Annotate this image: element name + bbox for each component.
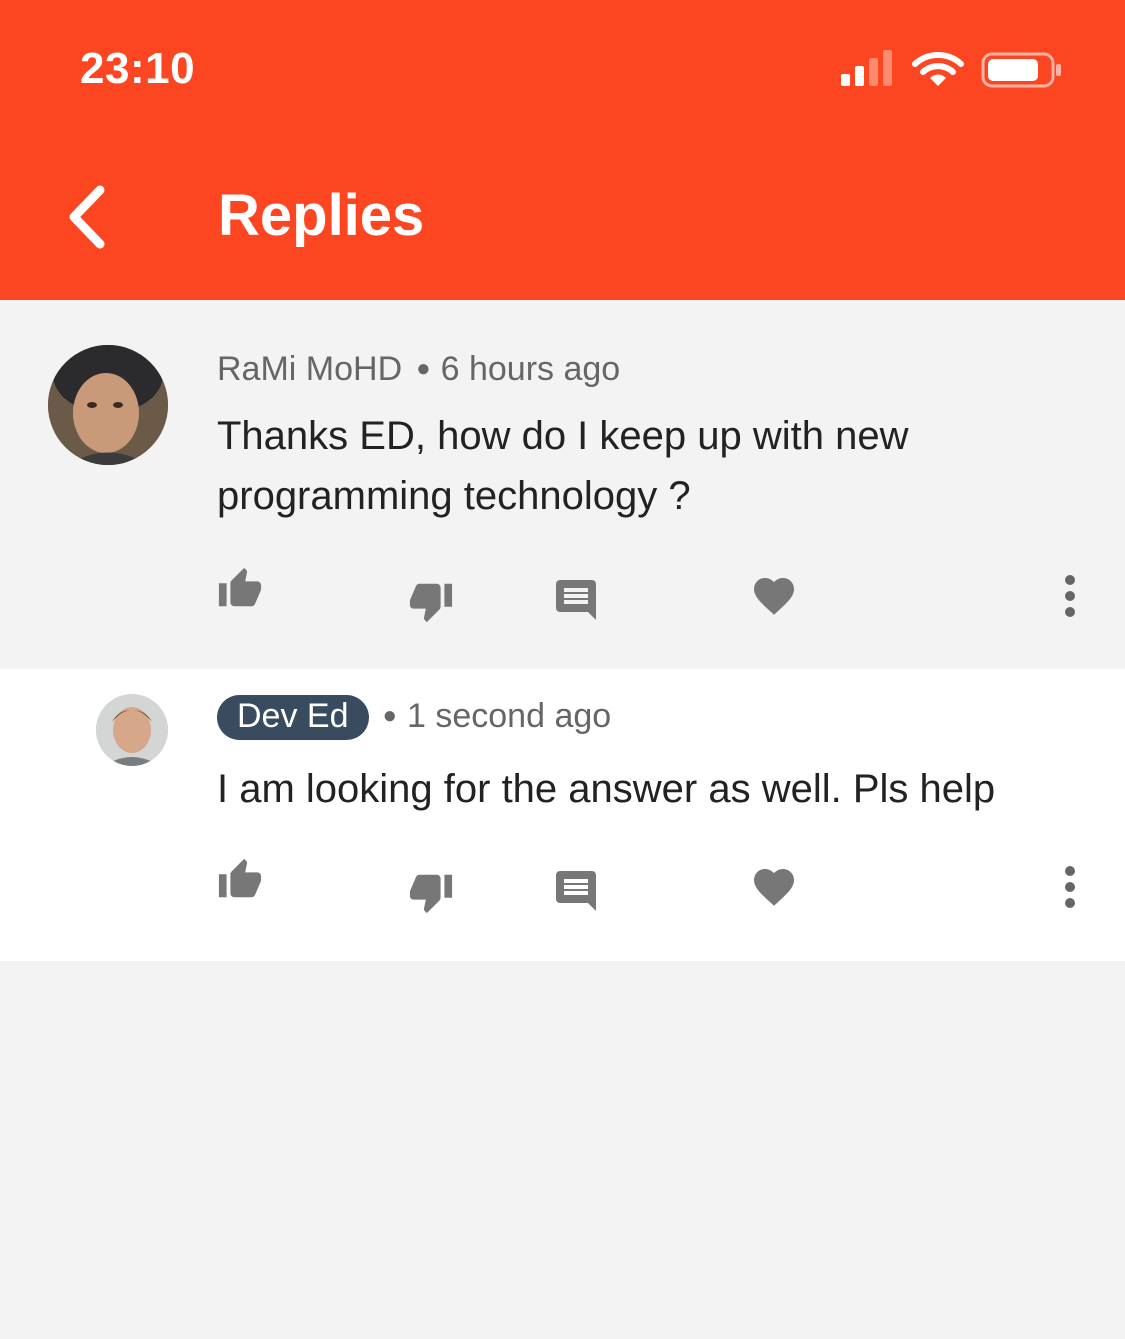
like-button[interactable] (217, 566, 263, 617)
more-vertical-icon (1065, 866, 1075, 908)
comment-text: I am looking for the answer as well. Pls… (217, 767, 996, 811)
comment-meta: Dev Ed ● 1 second ago (217, 695, 611, 740)
timestamp: 6 hours ago (440, 350, 621, 388)
comment-actions (0, 566, 1125, 626)
avatar[interactable] (48, 345, 168, 465)
empty-area (0, 961, 1125, 1339)
comment-item: Dev Ed ● 1 second ago I am looking for the… (0, 669, 1125, 961)
author-name[interactable]: RaMi MoHD (217, 350, 402, 388)
app-header: 23:10 Replies (0, 0, 1125, 300)
thumb-down-icon (409, 874, 453, 914)
reply-button[interactable] (552, 867, 600, 920)
more-vertical-icon (1065, 575, 1075, 617)
signal-icon (841, 50, 895, 90)
dislike-button[interactable] (408, 869, 454, 920)
comment-item: RaMi MoHD ● 6 hours ago Thanks ED, how do … (0, 300, 1125, 669)
heart-button[interactable] (750, 572, 798, 625)
thumb-up-icon (218, 567, 262, 607)
timestamp: 1 second ago (407, 697, 612, 735)
back-button[interactable] (60, 182, 120, 252)
chevron-left-icon (69, 185, 105, 249)
avatar[interactable] (96, 694, 168, 766)
battery-icon (981, 52, 1065, 88)
reply-button[interactable] (552, 576, 600, 629)
more-options-button[interactable] (1050, 574, 1090, 623)
thumb-up-icon (218, 858, 262, 898)
heart-icon (754, 578, 794, 615)
page-title: Replies (218, 183, 425, 248)
more-options-button[interactable] (1050, 865, 1090, 914)
comment-actions (0, 857, 1125, 917)
dislike-button[interactable] (408, 578, 454, 629)
thumb-down-icon (409, 583, 453, 623)
status-time: 23:10 (80, 44, 196, 93)
heart-icon (754, 869, 794, 906)
reply-comment-icon (556, 871, 596, 911)
author-badge[interactable]: Dev Ed (217, 695, 369, 740)
comment-text: Thanks ED, how do I keep up with new pro… (217, 414, 909, 518)
like-button[interactable] (217, 857, 263, 908)
wifi-icon (911, 50, 965, 90)
reply-comment-icon (556, 580, 596, 620)
heart-button[interactable] (750, 863, 798, 916)
comment-meta: RaMi MoHD ● 6 hours ago (217, 350, 621, 388)
